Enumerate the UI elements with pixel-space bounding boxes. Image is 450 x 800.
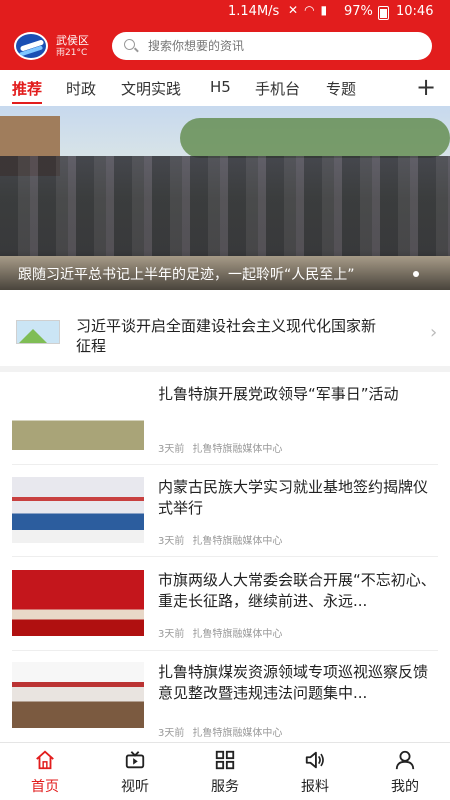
- news-source: 扎鲁特旗融媒体中心: [192, 536, 283, 547]
- news-title: 市旗两级人大常委会联合开展“不忘初心、重走长征路，继续前进、永远...: [158, 571, 436, 610]
- nav-label: 报料: [301, 779, 329, 795]
- tab-mobile-tv[interactable]: 手机台: [255, 78, 300, 99]
- news-thumbnail: [12, 384, 144, 450]
- hero-banner[interactable]: 跟随习近平总书记上半年的足迹，一起聆听“人民至上”: [0, 106, 450, 290]
- news-source: 扎鲁特旗融媒体中心: [192, 728, 283, 739]
- search-input[interactable]: [148, 36, 418, 56]
- news-time: 3天前: [158, 728, 185, 739]
- nav-mine[interactable]: 我的: [375, 749, 435, 796]
- news-source: 扎鲁特旗融媒体中心: [192, 629, 283, 640]
- speaker-icon: [305, 751, 324, 769]
- nav-label: 视听: [121, 779, 149, 795]
- list-divider: [12, 650, 438, 651]
- bottom-nav: 首页 视听 服务 报料 我的: [0, 742, 450, 800]
- home-icon: [36, 750, 54, 770]
- special-topic-item[interactable]: 习近平谈开启全面建设社会主义现代化国家新征程 ›: [0, 300, 450, 362]
- add-channel-icon[interactable]: +: [416, 73, 436, 101]
- clock: 10:46: [396, 4, 434, 19]
- news-meta: 3天前 扎鲁特旗融媒体中心: [158, 440, 290, 455]
- list-divider: [12, 464, 438, 465]
- nav-label: 首页: [31, 779, 59, 795]
- search-bar[interactable]: [112, 32, 432, 60]
- header-bar: 1.14M/s ✕ ◠ ▮ 97% 10:46 武侯区 雨21°C: [0, 0, 450, 70]
- search-icon: [124, 39, 135, 50]
- location-weather[interactable]: 武侯区 雨21°C: [56, 34, 89, 60]
- tab-civilization[interactable]: 文明实践: [121, 78, 181, 99]
- news-meta: 3天前 扎鲁特旗融媒体中心: [158, 625, 290, 640]
- news-time: 3天前: [158, 536, 185, 547]
- app-logo-icon[interactable]: [14, 32, 48, 60]
- active-tab-indicator: [12, 102, 42, 104]
- news-title: 扎鲁特旗煤炭资源领域专项巡视巡察反馈意见整改暨违规违法问题集中...: [158, 663, 429, 702]
- carousel-indicator: [413, 271, 419, 277]
- news-thumbnail: [12, 570, 144, 636]
- hero-caption: 跟随习近平总书记上半年的足迹，一起聆听“人民至上”: [18, 267, 355, 283]
- news-thumbnail: [12, 477, 144, 543]
- news-title: 扎鲁特旗开展党政领导“军事日”活动: [158, 385, 399, 403]
- tab-recommend[interactable]: 推荐: [12, 78, 42, 99]
- nav-video[interactable]: 视听: [105, 749, 165, 796]
- status-bar: 1.14M/s ✕ ◠ ▮ 97% 10:46: [0, 0, 450, 24]
- news-title: 内蒙古民族大学实习就业基地签约揭牌仪式举行: [158, 478, 429, 517]
- news-time: 3天前: [158, 444, 185, 455]
- news-time: 3天前: [158, 629, 185, 640]
- weather-label: 雨21°C: [56, 48, 88, 58]
- news-item[interactable]: 扎鲁特旗煤炭资源领域专项巡视巡察反馈意见整改暨违规违法问题集中... 3天前 扎鲁…: [0, 662, 450, 754]
- user-icon: [395, 750, 415, 770]
- news-item[interactable]: 扎鲁特旗开展党政领导“军事日”活动 3天前 扎鲁特旗融媒体中心: [0, 384, 450, 476]
- status-icons: ✕ ◠ ▮: [288, 3, 327, 17]
- news-thumbnail: [12, 662, 144, 728]
- grid-icon: [215, 750, 235, 770]
- special-topic-title: 习近平谈开启全面建设社会主义现代化国家新征程: [76, 317, 377, 355]
- news-item[interactable]: 市旗两级人大常委会联合开展“不忘初心、重走长征路，继续前进、永远... 3天前扎…: [0, 570, 450, 662]
- tab-topics[interactable]: 专题: [326, 78, 356, 99]
- section-divider: [0, 366, 450, 372]
- nav-label: 我的: [391, 779, 419, 795]
- tab-politics[interactable]: 时政: [66, 78, 96, 99]
- tab-h5[interactable]: H5: [210, 78, 231, 96]
- battery-icon: [378, 6, 389, 20]
- news-meta: 3天前 扎鲁特旗融媒体中心: [158, 724, 290, 739]
- list-divider: [12, 556, 438, 557]
- image-placeholder-icon: [16, 320, 60, 344]
- wifi-icon: ◠: [304, 3, 315, 17]
- nav-services[interactable]: 服务: [195, 749, 255, 796]
- channel-tabs: 推荐 时政 文明实践 H5 手机台 专题 +: [0, 70, 450, 106]
- nav-report[interactable]: 报料: [285, 749, 345, 796]
- news-source: 扎鲁特旗融媒体中心: [192, 444, 283, 455]
- news-meta: 3天前 扎鲁特旗融媒体中心: [158, 532, 290, 547]
- chevron-right-icon: ›: [430, 322, 438, 343]
- nav-home[interactable]: 首页: [15, 749, 75, 796]
- network-speed: 1.14M/s: [228, 4, 280, 19]
- signal-icon: ▮: [320, 3, 328, 17]
- mute-icon: ✕: [288, 3, 299, 17]
- video-icon: [125, 751, 145, 769]
- battery-level: 97%: [344, 4, 373, 19]
- district-label: 武侯区: [56, 34, 89, 47]
- nav-label: 服务: [211, 779, 239, 795]
